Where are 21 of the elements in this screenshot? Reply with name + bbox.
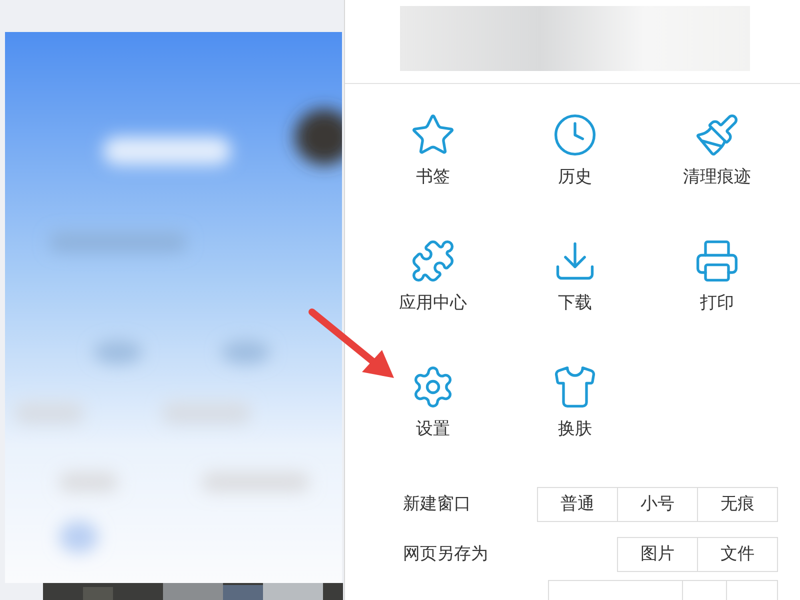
tool-button[interactable]: 书签 — [362, 112, 504, 238]
row-label: 网页另存为 — [403, 543, 489, 566]
tool-button[interactable]: 打印 — [646, 238, 788, 364]
tool-button[interactable]: 下载 — [504, 238, 646, 364]
tool-button[interactable]: 应用中心 — [362, 238, 504, 364]
option-button[interactable]: 图片 — [617, 536, 698, 572]
puzzle-icon — [410, 238, 456, 284]
tool-button[interactable]: 历史 — [504, 112, 646, 238]
option-button[interactable]: 文件 — [697, 536, 778, 572]
tool-button[interactable]: 设置 — [362, 364, 504, 490]
row-label: 新建窗口 — [403, 493, 472, 516]
brush-icon — [694, 112, 740, 158]
cropped-option-button[interactable] — [726, 580, 778, 600]
option-button[interactable]: 普通 — [537, 486, 618, 522]
printer-icon — [694, 238, 740, 284]
tool-button[interactable]: 清理痕迹 — [646, 112, 788, 238]
option-button[interactable]: 小号 — [617, 486, 698, 522]
cropped-option-button[interactable] — [548, 580, 683, 600]
clock-icon — [552, 112, 598, 158]
shirt-icon — [552, 364, 598, 410]
option-button[interactable]: 无痕 — [697, 486, 778, 522]
